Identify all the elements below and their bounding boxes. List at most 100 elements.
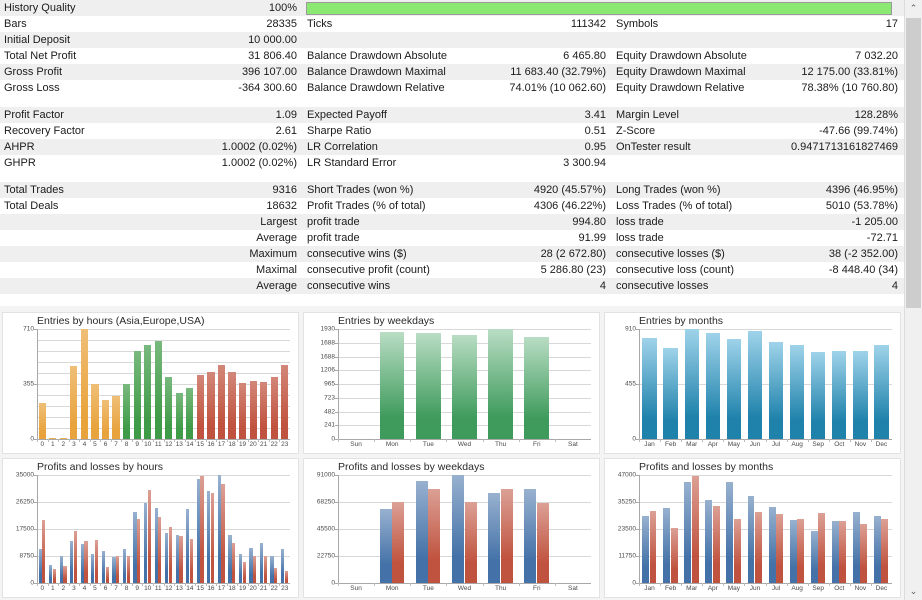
chart-y-tick-mark — [34, 475, 37, 476]
chart-y-tick-label: 1930 — [320, 325, 335, 333]
chart-x-tick-mark — [410, 439, 412, 442]
chart-y-tick-label: 26250 — [15, 498, 34, 506]
stat-cell: AHPR 1.0002 (0.02%) — [0, 139, 303, 155]
chart-x-tick-label: Mar — [686, 585, 698, 592]
chart-y-tick-mark — [335, 475, 338, 476]
stat-cell: Profit Factor 1.09 — [0, 107, 303, 123]
chart-bar — [832, 351, 847, 439]
chart-profits-losses-by-weekdays: Profits and losses by weekdays 0 22750 4550… — [303, 458, 600, 598]
chart-y-tick-label: 45500 — [316, 525, 335, 533]
chart-y-tick-mark — [636, 502, 639, 503]
chart-bar — [133, 351, 141, 439]
chart-x-tick-label: Jan — [644, 441, 655, 448]
scroll-down-icon[interactable]: ⌄ — [905, 583, 922, 600]
chart-y-tick-label: 68250 — [316, 498, 335, 506]
stat-cell: Equity Drawdown Maximal 12 175.00 (33.81%… — [612, 64, 904, 80]
chart-x-tick-label: Nov — [854, 441, 867, 448]
chart-x-tick-label: Aug — [791, 585, 803, 592]
chart-y-tick-mark — [335, 342, 338, 344]
stat-value: 17 — [885, 18, 898, 30]
vertical-scrollbar[interactable]: ⌃ ⌄ — [904, 0, 922, 600]
stat-cell: Long Trades (won %) 4396 (46.95%) — [612, 182, 904, 198]
scroll-up-icon[interactable]: ⌃ — [905, 0, 922, 17]
stat-value: Maximum — [249, 248, 297, 260]
chart-y-tick-mark — [34, 329, 37, 330]
chart-x-tick-label: Mon — [385, 585, 399, 592]
stat-label: Profit Trades (% of total) — [307, 200, 426, 212]
chart-x-tick-label: 6 — [103, 585, 108, 592]
chart-title: Entries by weekdays — [338, 315, 435, 327]
chart-x-tick-label: 0 — [40, 441, 45, 448]
stat-label: Symbols — [616, 18, 659, 30]
chart-x-tick-label: Apr — [707, 441, 718, 448]
chart-x-tick-label: 1 — [51, 441, 55, 448]
stat-value: 4396 (46.95%) — [825, 184, 898, 196]
chart-x-tick-mark — [226, 439, 228, 442]
chart-x-tick-mark — [268, 439, 270, 442]
chart-bar — [249, 380, 257, 439]
stat-cell: consecutive losses 4 — [612, 278, 904, 294]
stat-cell: consecutive profit (count) 5 286.80 (23) — [303, 262, 612, 278]
stat-label: loss trade — [616, 216, 664, 228]
chart-x-tick-mark — [68, 583, 70, 586]
chart-x-tick-mark — [786, 583, 788, 586]
chart-entries-by-months: Entries by months 0 455 910 Jan Feb Mar Apr May J… — [604, 312, 901, 454]
stat-cell: History Quality 100% — [0, 0, 303, 16]
scrollbar-thumb[interactable] — [906, 18, 921, 308]
chart-x-tick-label: 7 — [114, 585, 118, 592]
chart-x-tick-label: 19 — [238, 441, 247, 448]
chart-x-axis — [338, 583, 591, 584]
chart-x-tick-mark — [37, 583, 38, 586]
chart-x-tick-label: May — [727, 585, 741, 592]
chart-bar — [860, 524, 868, 583]
chart-bar — [451, 475, 464, 583]
chart-x-tick-label: Sep — [812, 441, 824, 448]
chart-x-tick-mark — [131, 583, 133, 586]
chart-x-tick-label: Jun — [749, 585, 761, 592]
chart-bar — [810, 531, 818, 583]
chart-profits-losses-by-months: Profits and losses by months 0 11750 23500 3… — [604, 458, 901, 598]
stat-label: Long Trades (won %) — [616, 184, 721, 196]
chart-x-tick-mark — [807, 439, 809, 442]
chart-y-tick-mark — [335, 356, 338, 358]
chart-bar — [642, 337, 657, 439]
chart-x-tick-mark — [554, 439, 556, 442]
stat-value: 12 175.00 (33.81%) — [801, 66, 898, 78]
chart-x-tick-mark — [121, 583, 123, 586]
chart-bar — [818, 512, 826, 583]
chart-y-tick-mark — [335, 384, 338, 385]
stat-label: Balance Drawdown Maximal — [307, 66, 446, 78]
chart-x-tick-mark — [58, 583, 60, 586]
chart-bar — [712, 506, 720, 583]
chart-bar — [175, 392, 183, 439]
chart-bar — [392, 501, 405, 583]
chart-plot-area: 0 8750 17500 26250 35000 0 1 2 3 4 5 6 7 8 9 10 11 12 13 14… — [16, 472, 290, 592]
stat-cell: Symbols 17 — [612, 16, 904, 32]
chart-x-tick-label: Fri — [532, 441, 541, 448]
stat-cell: Bars 28335 — [0, 16, 303, 32]
chart-y-tick-label: 965 — [324, 380, 335, 388]
chart-bar — [274, 567, 278, 583]
chart-x-tick-label: 19 — [238, 585, 247, 592]
stat-label: Equity Drawdown Relative — [616, 82, 745, 94]
chart-bar — [789, 345, 805, 439]
chart-x-tick-label: 3 — [72, 441, 76, 448]
chart-x-tick-label: 23 — [281, 585, 289, 592]
stat-cell: Z-Score -47.66 (99.74%) — [612, 123, 904, 139]
stat-value: 10 000.00 — [248, 34, 297, 46]
chart-y-tick-mark — [335, 556, 338, 557]
chart-x-tick-mark — [702, 583, 704, 586]
chart-x-tick-label: Sat — [568, 585, 578, 592]
chart-x-tick-mark — [205, 439, 207, 442]
stat-cell: Total Deals 18632 — [0, 198, 303, 214]
stats-group: Profit Factor 1.09 Expected Payoff 3.41 Marg… — [0, 107, 904, 171]
chart-x-tick-mark — [37, 439, 38, 442]
chart-bar — [221, 484, 225, 583]
stat-label: Total Net Profit — [4, 50, 77, 62]
stat-value: Average — [256, 280, 297, 292]
stat-label: consecutive wins ($) — [307, 248, 407, 260]
stat-cell: Equity Drawdown Absolute 7 032.20 — [612, 48, 904, 64]
stat-value: Average — [256, 232, 297, 244]
stat-value: 28335 — [266, 18, 297, 30]
stat-label: consecutive losses ($) — [616, 248, 725, 260]
